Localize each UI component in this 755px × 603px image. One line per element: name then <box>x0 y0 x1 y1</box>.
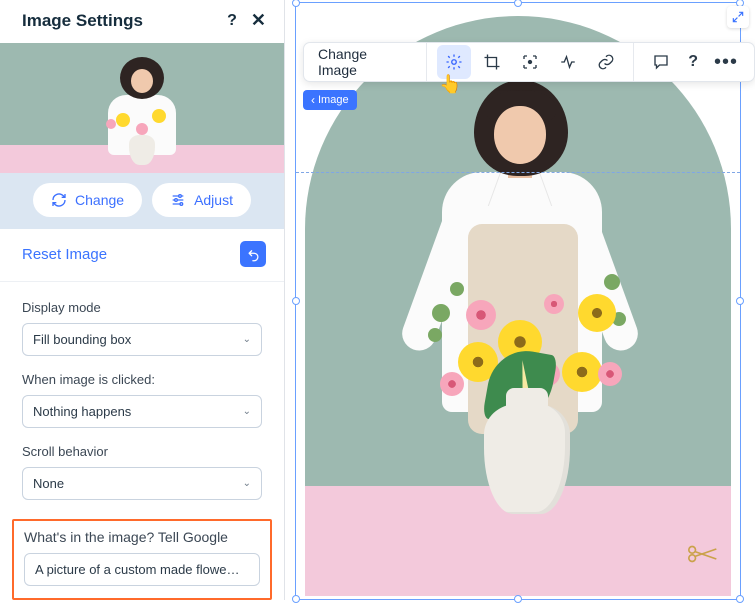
element-type-badge[interactable]: Image <box>303 90 357 110</box>
help-icon[interactable]: ? <box>227 12 237 30</box>
click-action-group: When image is clicked: Nothing happens ⌄ <box>22 372 262 428</box>
expand-icon <box>731 10 745 24</box>
floating-toolbar: Change Image <box>303 42 755 82</box>
chevron-down-icon: ⌄ <box>243 334 251 345</box>
image-selection-frame[interactable] <box>295 2 741 600</box>
link-icon <box>597 53 615 71</box>
refresh-icon <box>51 192 67 208</box>
scissors-icon <box>685 544 721 564</box>
chevron-down-icon: ⌄ <box>243 478 251 489</box>
panel-header: Image Settings ? ✕ <box>0 0 284 43</box>
scroll-behavior-value: None <box>33 476 64 491</box>
more-options-button[interactable]: ••• <box>708 51 744 74</box>
preview-thumbnail <box>0 43 284 173</box>
gear-icon <box>445 53 463 71</box>
link-button[interactable] <box>589 45 623 79</box>
element-type-label: Image <box>318 94 349 106</box>
comment-icon <box>652 53 670 71</box>
alt-text-label: What's in the image? Tell Google <box>24 529 260 545</box>
resize-handle[interactable] <box>292 595 300 603</box>
adjust-button-label: Adjust <box>194 192 233 208</box>
animation-icon <box>559 53 577 71</box>
image-preview: Change Adjust <box>0 43 284 229</box>
image-settings-panel: Image Settings ? ✕ <box>0 0 285 600</box>
settings-button[interactable] <box>437 45 471 79</box>
display-mode-label: Display mode <box>22 300 262 315</box>
display-mode-select[interactable]: Fill bounding box ⌄ <box>22 323 262 356</box>
change-button-label: Change <box>75 192 124 208</box>
display-mode-group: Display mode Fill bounding box ⌄ <box>22 300 262 356</box>
close-icon[interactable]: ✕ <box>251 10 266 31</box>
click-action-value: Nothing happens <box>33 404 131 419</box>
resize-handle[interactable] <box>736 595 744 603</box>
chevron-down-icon: ⌄ <box>243 406 251 417</box>
resize-handle[interactable] <box>514 595 522 603</box>
animation-button[interactable] <box>551 45 585 79</box>
editor-canvas[interactable]: Change Image <box>285 0 755 600</box>
panel-title: Image Settings <box>22 11 143 31</box>
focal-point-icon <box>521 53 539 71</box>
alt-text-group-highlight: What's in the image? Tell Google A pictu… <box>12 519 272 600</box>
alt-text-input[interactable]: A picture of a custom made flowe… <box>24 553 260 586</box>
click-action-select[interactable]: Nothing happens ⌄ <box>22 395 262 428</box>
crop-icon <box>483 53 501 71</box>
toolbar-help-button[interactable]: ? <box>682 53 704 71</box>
undo-icon <box>246 247 261 262</box>
crop-button[interactable] <box>475 45 509 79</box>
change-button[interactable]: Change <box>33 183 142 217</box>
scroll-behavior-group: Scroll behavior None ⌄ <box>22 444 262 500</box>
click-action-label: When image is clicked: <box>22 372 262 387</box>
change-image-button[interactable]: Change Image <box>314 46 416 78</box>
adjust-button[interactable]: Adjust <box>152 183 251 217</box>
resize-handle[interactable] <box>292 297 300 305</box>
resize-handle[interactable] <box>736 297 744 305</box>
alignment-guide <box>296 172 740 173</box>
expand-button[interactable] <box>727 6 749 28</box>
focal-point-button[interactable] <box>513 45 547 79</box>
reset-image-link[interactable]: Reset Image <box>22 246 107 263</box>
scroll-behavior-label: Scroll behavior <box>22 444 262 459</box>
display-mode-value: Fill bounding box <box>33 332 131 347</box>
comment-button[interactable] <box>644 45 678 79</box>
sliders-icon <box>170 192 186 208</box>
image-element[interactable] <box>299 6 737 596</box>
image-arch-mask <box>305 16 731 596</box>
scroll-behavior-select[interactable]: None ⌄ <box>22 467 262 500</box>
undo-button[interactable] <box>240 241 266 267</box>
